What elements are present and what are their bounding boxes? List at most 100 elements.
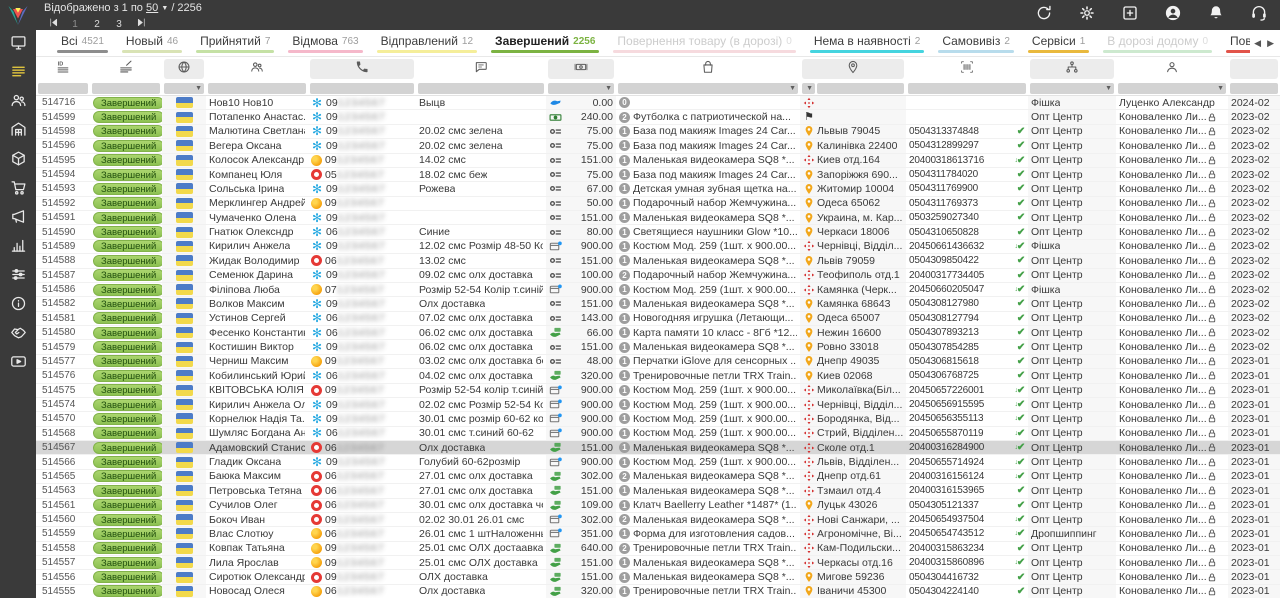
column-header-flag[interactable] bbox=[162, 57, 206, 81]
sidebar-item-procurement[interactable] bbox=[0, 175, 36, 204]
filter-manager-input[interactable]: ▼ bbox=[1118, 83, 1226, 94]
support-icon[interactable] bbox=[1250, 4, 1268, 22]
order-row[interactable]: 514599ЗавершенийПотапенко Анастас..✻0912… bbox=[36, 110, 1280, 124]
tab-В дорозі додому[interactable]: В дорозі додому0 bbox=[1096, 30, 1219, 56]
column-header-comment[interactable] bbox=[416, 57, 546, 81]
filter-flag-input[interactable]: ▼ bbox=[164, 83, 204, 94]
filter-pay-input[interactable]: ▼ bbox=[548, 83, 614, 94]
add-icon[interactable] bbox=[1121, 4, 1139, 22]
app-logo-icon[interactable] bbox=[0, 0, 36, 30]
tabs-scroll-right-icon[interactable]: ▶ bbox=[1267, 38, 1274, 49]
filter-product-input[interactable]: ▼ bbox=[618, 83, 798, 94]
order-row[interactable]: 514581ЗавершенийУстинов Сергей✻061234567… bbox=[36, 312, 1280, 326]
order-row[interactable]: 514592ЗавершенийМерклингер Андрей0912345… bbox=[36, 197, 1280, 211]
phone-number-masked: 1234567 bbox=[338, 125, 386, 137]
order-row[interactable]: 514559ЗавершенийВлас Слотюу06123456726.0… bbox=[36, 527, 1280, 541]
order-row[interactable]: 514593ЗавершенийСольська Ірина✻091234567… bbox=[36, 182, 1280, 196]
order-row[interactable]: 514579ЗавершенийКостишин Виктор✻09123456… bbox=[36, 340, 1280, 354]
order-row[interactable]: 514574ЗавершенийКирилич Анжела Ол...✻091… bbox=[36, 398, 1280, 412]
filter-ttn-input[interactable] bbox=[908, 83, 1026, 94]
order-row[interactable]: 514598ЗавершенийМалютина Светлана✻091234… bbox=[36, 125, 1280, 139]
tabs-scroll-left-icon[interactable]: ◀ bbox=[1254, 38, 1261, 49]
column-header-pay[interactable] bbox=[546, 57, 616, 81]
order-row[interactable]: 514556ЗавершенийСиротюк Олександр0912345… bbox=[36, 570, 1280, 584]
order-row[interactable]: 514567ЗавершенийАдамовский Станис...0612… bbox=[36, 441, 1280, 455]
page-size-dropdown[interactable]: 50 bbox=[146, 2, 158, 14]
order-row[interactable]: 514557ЗавершенийЛила Ярослав09123456725.… bbox=[36, 556, 1280, 570]
order-row[interactable]: 514561ЗавершенийСучилов Олег06123456730.… bbox=[36, 499, 1280, 513]
filter-name-input[interactable] bbox=[208, 83, 306, 94]
tab-Нема в наявності[interactable]: Нема в наявності2 bbox=[803, 30, 932, 56]
settings-icon[interactable] bbox=[1078, 4, 1096, 22]
sidebar-item-info[interactable] bbox=[0, 291, 36, 320]
column-header-loc[interactable] bbox=[800, 57, 906, 81]
filter-id-input[interactable] bbox=[38, 83, 88, 94]
filter-loc-input[interactable] bbox=[817, 83, 904, 94]
sidebar-item-orders[interactable] bbox=[0, 59, 36, 88]
order-row[interactable]: 514560ЗавершенийБокоч Иван09123456702.02… bbox=[36, 513, 1280, 527]
sidebar-item-customers[interactable] bbox=[0, 88, 36, 117]
tab-Новый[interactable]: Новый46 bbox=[115, 30, 189, 56]
column-header-id[interactable]: ID bbox=[36, 57, 90, 81]
order-row[interactable]: 514582ЗавершенийВолков Максим✻091234567О… bbox=[36, 297, 1280, 311]
column-header-name[interactable] bbox=[206, 57, 308, 81]
sidebar-item-products[interactable] bbox=[0, 146, 36, 175]
order-row[interactable]: 514555ЗавершенийНовосад Олеся061234567Ол… bbox=[36, 585, 1280, 598]
order-row[interactable]: 514580ЗавершенийФесенко Константин✻06123… bbox=[36, 326, 1280, 340]
page-3-button[interactable]: 3 bbox=[108, 19, 130, 30]
chevron-down-icon[interactable]: ▼ bbox=[161, 5, 168, 12]
column-header-date[interactable] bbox=[1228, 57, 1280, 81]
order-row[interactable]: 514577ЗавершенийЧерниш Максим09123456703… bbox=[36, 355, 1280, 369]
tab-Повернення товару (в дорозі)[interactable]: Повернення товару (в дорозі)0 bbox=[606, 30, 802, 56]
sidebar-item-partners[interactable] bbox=[0, 320, 36, 349]
tab-Відмова[interactable]: Відмова763 bbox=[281, 30, 369, 56]
order-row[interactable]: 514575ЗавершенийКВІТОВСЬКА ЮЛІЯ091234567… bbox=[36, 384, 1280, 398]
order-row[interactable]: 514589ЗавершенийКирилич Анжела✻091234567… bbox=[36, 240, 1280, 254]
order-row[interactable]: 514596ЗавершенийВегера Оксана✻0912345672… bbox=[36, 139, 1280, 153]
tab-Сервіси[interactable]: Сервіси1 bbox=[1021, 30, 1096, 56]
tab-Відправлений[interactable]: Відправлений12 bbox=[370, 30, 484, 56]
tab-Завершений[interactable]: Завершений2256 bbox=[484, 30, 606, 56]
account-icon[interactable] bbox=[1164, 4, 1182, 22]
order-row[interactable]: 514590ЗавершенийГнатюк Олексндр✻06123456… bbox=[36, 225, 1280, 239]
sidebar-item-dashboard[interactable] bbox=[0, 30, 36, 59]
sidebar-item-marketing[interactable] bbox=[0, 204, 36, 233]
column-header-office[interactable] bbox=[1028, 57, 1116, 81]
order-row[interactable]: 514563ЗавершенийПетровська Тетяна0612345… bbox=[36, 484, 1280, 498]
page-2-button[interactable]: 2 bbox=[86, 19, 108, 30]
filter-loc-type-select[interactable]: ▼ bbox=[802, 83, 815, 94]
order-row[interactable]: 514591ЗавершенийЧумаченко Олена✻09123456… bbox=[36, 211, 1280, 225]
tab-Прийнятий[interactable]: Прийнятий7 bbox=[189, 30, 281, 56]
order-row[interactable]: 514587ЗавершенийСеменюк Дарина✻091234567… bbox=[36, 269, 1280, 283]
sidebar-item-tools[interactable] bbox=[0, 262, 36, 291]
sidebar-item-warehouse[interactable] bbox=[0, 117, 36, 146]
filter-status-input[interactable] bbox=[92, 83, 160, 94]
filter-date-input[interactable] bbox=[1230, 83, 1278, 94]
filter-comment-input[interactable] bbox=[418, 83, 544, 94]
column-header-manager[interactable] bbox=[1116, 57, 1228, 81]
order-row[interactable]: 514595ЗавершенийКолосок Александр0912345… bbox=[36, 154, 1280, 168]
filter-phone-input[interactable] bbox=[310, 83, 414, 94]
order-row[interactable]: 514576ЗавершенийКобилинський Юрий✻061234… bbox=[36, 369, 1280, 383]
order-row[interactable]: 514594ЗавершенийКомпанец Юля05123456718.… bbox=[36, 168, 1280, 182]
refresh-icon[interactable] bbox=[1035, 4, 1053, 22]
page-1-button[interactable]: 1 bbox=[64, 19, 86, 30]
column-header-phone[interactable] bbox=[308, 57, 416, 81]
tab-Самовивіз[interactable]: Самовивіз2 bbox=[931, 30, 1021, 56]
filter-office-input[interactable]: ▼ bbox=[1030, 83, 1114, 94]
column-header-status[interactable] bbox=[90, 57, 162, 81]
order-row[interactable]: 514586ЗавершенийФіліпова Люба071234567Ро… bbox=[36, 283, 1280, 297]
notifications-icon[interactable] bbox=[1207, 4, 1225, 22]
order-row[interactable]: 514558ЗавершенийКовпак Татьяна0912345672… bbox=[36, 542, 1280, 556]
order-row[interactable]: 514588ЗавершенийЖидак Володимир061234567… bbox=[36, 254, 1280, 268]
tab-Всі[interactable]: Всі4521 bbox=[50, 30, 115, 56]
order-row[interactable]: 514568ЗавершенийШумляс Богдана Ан...✻061… bbox=[36, 427, 1280, 441]
column-header-product[interactable] bbox=[616, 57, 800, 81]
order-row[interactable]: 514565ЗавершенийБаюка Максим06123456727.… bbox=[36, 470, 1280, 484]
column-header-ttn[interactable] bbox=[906, 57, 1028, 81]
sidebar-item-tutorials[interactable] bbox=[0, 349, 36, 378]
order-row[interactable]: 514570ЗавершенийКорнелюк Надія Та...✻091… bbox=[36, 412, 1280, 426]
order-row[interactable]: 514566ЗавершенийГладик Оксана✻091234567Г… bbox=[36, 455, 1280, 469]
order-row[interactable]: 514716ЗавершенийНов10 Нов10✻091234567Выц… bbox=[36, 96, 1280, 110]
sidebar-item-statistics[interactable] bbox=[0, 233, 36, 262]
